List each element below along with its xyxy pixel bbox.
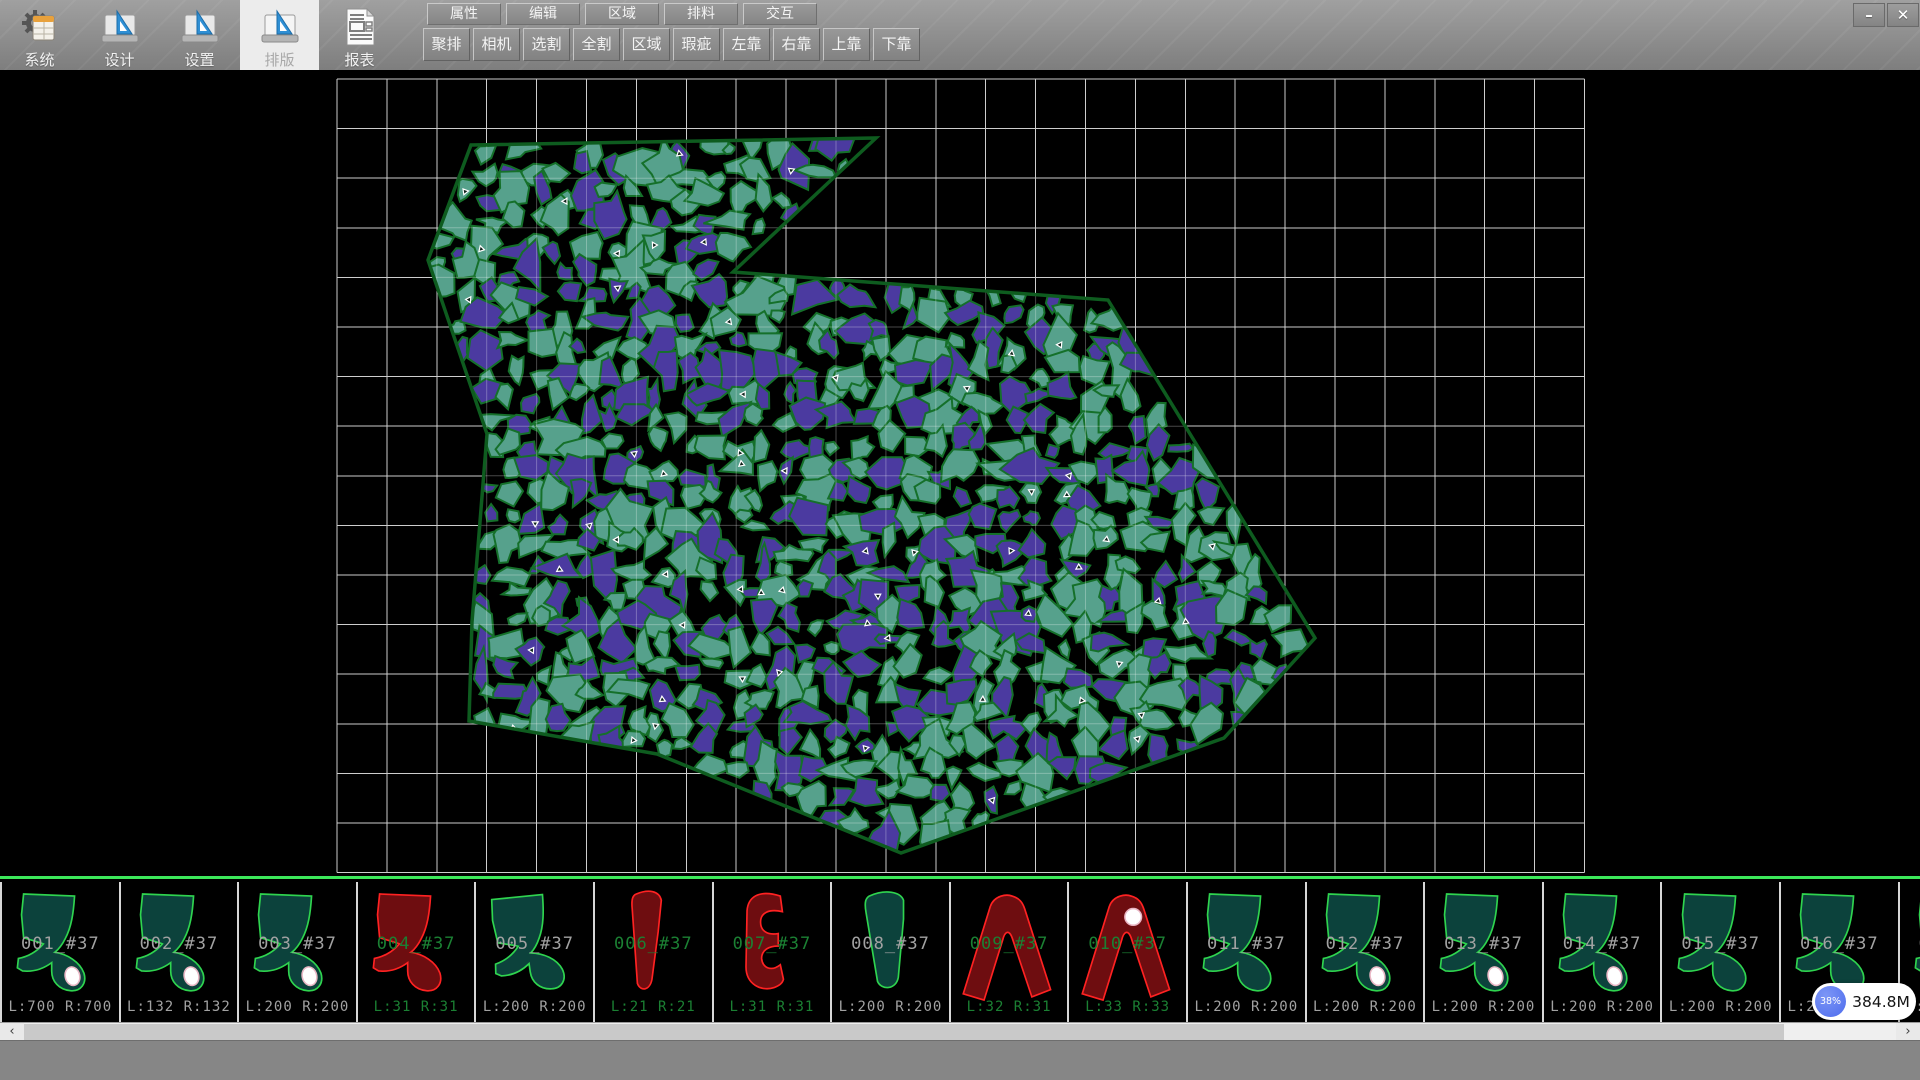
app-button-label: 系统 (24, 50, 54, 70)
piece-lr-count: L:200 R:200 (476, 999, 593, 1015)
menu-tab-region[interactable]: 区域 (585, 3, 659, 25)
piece-name: 010_#37 (1069, 934, 1186, 954)
piece-thumbnail-cell[interactable]: 013_#37 L:200 R:200 (1423, 882, 1542, 1022)
horizontal-scrollbar[interactable]: ‹ › (0, 1022, 1920, 1040)
piece-name: 016_#37 (1781, 934, 1898, 954)
app-button-label: 设计 (104, 50, 134, 70)
scrollbar-thumb[interactable] (24, 1024, 1784, 1040)
app-button-system[interactable]: 系统 (0, 0, 79, 70)
tool-button-align-bottom[interactable]: 下靠 (873, 28, 920, 61)
memory-status-badge[interactable]: 38% 384.8M (1812, 983, 1916, 1020)
piece-name: 012_#37 (1307, 934, 1424, 954)
nesting-canvas (0, 70, 1920, 876)
piece-lr-count: L:33 R:33 (1069, 999, 1186, 1015)
app-button-label: 设置 (184, 50, 214, 70)
design-icon (99, 5, 141, 49)
piece-name: 011_#37 (1188, 934, 1305, 954)
tool-button-align-top[interactable]: 上靠 (823, 28, 870, 61)
piece-name: 001_#37 (2, 934, 119, 954)
piece-name: 007_#37 (714, 934, 831, 954)
piece-thumbnail-cell[interactable]: 010_#37 L:33 R:33 (1067, 882, 1186, 1022)
piece-thumbnail-cell[interactable]: 015_#37 L:200 R:200 (1660, 882, 1779, 1022)
piece-name: 009_#37 (951, 934, 1068, 954)
piece-lr-count: L:21 R:21 (595, 999, 712, 1015)
app-button-report[interactable]: 报表 (320, 0, 399, 70)
tool-button-cut-all[interactable]: 全割 (573, 28, 620, 61)
piece-thumbnail-cell[interactable]: 012_#37 L:200 R:200 (1305, 882, 1424, 1022)
nesting-icon (259, 5, 301, 49)
system-icon (20, 5, 60, 49)
piece-name: 014_#37 (1544, 934, 1661, 954)
tool-button-camera[interactable]: 相机 (473, 28, 520, 61)
piece-name: 013_#37 (1425, 934, 1542, 954)
tool-button-region[interactable]: 区域 (623, 28, 670, 61)
piece-film-strip: 001_#37L:700 R:700002_#37L:132 R:132003_… (0, 882, 1920, 1022)
app-button-label: 排版 (264, 50, 294, 70)
piece-name: 015_#37 (1662, 934, 1779, 954)
piece-thumbnail-cell[interactable]: 003_#37 L:200 R:200 (237, 882, 356, 1022)
piece-thumbnail-cell[interactable]: 008_#37 L:200 R:200 (830, 882, 949, 1022)
scroll-left-arrow[interactable]: ‹ (0, 1023, 24, 1040)
close-button[interactable]: ✕ (1887, 3, 1919, 27)
piece-lr-count: L:200 R:200 (1307, 999, 1424, 1015)
app-button-settings[interactable]: 设置 (160, 0, 239, 70)
app-button-label: 报表 (344, 50, 374, 70)
memory-value: 384.8M (1846, 993, 1916, 1011)
tool-button-align-left[interactable]: 左靠 (723, 28, 770, 61)
menu-tab-edit[interactable]: 编辑 (506, 3, 580, 25)
piece-thumbnail-cell[interactable]: 009_#37 L:32 R:31 (949, 882, 1068, 1022)
piece-thumbnail-cell[interactable]: 004_#37 L:31 R:31 (356, 882, 475, 1022)
piece-thumbnail-cell[interactable]: 005_#37 L:200 R:200 (474, 882, 593, 1022)
menu-tab-bar: 属性 编辑 区域 排料 交互 (427, 3, 817, 25)
tool-button-align-right[interactable]: 右靠 (773, 28, 820, 61)
piece-thumbnail-cell[interactable]: 006_#37 L:21 R:21 (593, 882, 712, 1022)
tool-button-select-cut[interactable]: 选割 (523, 28, 570, 61)
menu-tab-interaction[interactable]: 交互 (743, 3, 817, 25)
minimize-icon: – (1865, 6, 1873, 24)
piece-name: 006_#37 (595, 934, 712, 954)
piece-lr-count: L:31 R:31 (714, 999, 831, 1015)
piece-lr-count: L:200 R:200 (1662, 999, 1779, 1015)
piece-lr-count: L:200 R:200 (239, 999, 356, 1015)
minimize-button[interactable]: – (1853, 3, 1885, 27)
piece-lr-count: L:132 R:132 (121, 999, 238, 1015)
top-ribbon: 系统 设计 设置 (0, 0, 1920, 70)
film-strip-accent-line (0, 876, 1920, 879)
piece-thumbnail-cell[interactable]: 011_#37 L:200 R:200 (1186, 882, 1305, 1022)
piece-name: 017_#37 (1900, 934, 1920, 954)
piece-name: 002_#37 (121, 934, 238, 954)
piece-name: 008_#37 (832, 934, 949, 954)
piece-lr-count: L:31 R:31 (358, 999, 475, 1015)
nesting-canvas-area[interactable] (0, 70, 1920, 876)
piece-name: 004_#37 (358, 934, 475, 954)
tool-button-bar: 聚排 相机 选割 全割 区域 瑕疵 左靠 右靠 上靠 下靠 (423, 28, 920, 61)
piece-thumbnail-cell[interactable]: 001_#37 L:700 R:700 (0, 882, 119, 1022)
piece-thumbnail-cell[interactable]: 007_#37 L:31 R:31 (712, 882, 831, 1022)
piece-name: 003_#37 (239, 934, 356, 954)
app-button-design[interactable]: 设计 (80, 0, 159, 70)
piece-lr-count: L:200 R:200 (1425, 999, 1542, 1015)
piece-lr-count: L:200 R:200 (1188, 999, 1305, 1015)
status-footer (0, 1040, 1920, 1080)
percent-indicator: 38% (1815, 986, 1846, 1017)
piece-lr-count: L:200 R:200 (1544, 999, 1661, 1015)
settings-icon (179, 5, 221, 49)
piece-thumbnail-cell[interactable]: 002_#37 L:132 R:132 (119, 882, 238, 1022)
tool-button-cluster-nest[interactable]: 聚排 (423, 28, 470, 61)
menu-tab-properties[interactable]: 属性 (427, 3, 501, 25)
piece-lr-count: L:200 R:200 (832, 999, 949, 1015)
piece-name: 005_#37 (476, 934, 593, 954)
report-icon (341, 5, 379, 49)
piece-lr-count: L:32 R:31 (951, 999, 1068, 1015)
scroll-right-arrow[interactable]: › (1896, 1023, 1920, 1040)
app-button-nesting[interactable]: 排版 (240, 0, 319, 70)
close-icon: ✕ (1897, 6, 1910, 24)
tool-button-defect[interactable]: 瑕疵 (673, 28, 720, 61)
menu-tab-nesting[interactable]: 排料 (664, 3, 738, 25)
piece-lr-count: L:700 R:700 (2, 999, 119, 1015)
piece-thumbnail-cell[interactable]: 014_#37 L:200 R:200 (1542, 882, 1661, 1022)
